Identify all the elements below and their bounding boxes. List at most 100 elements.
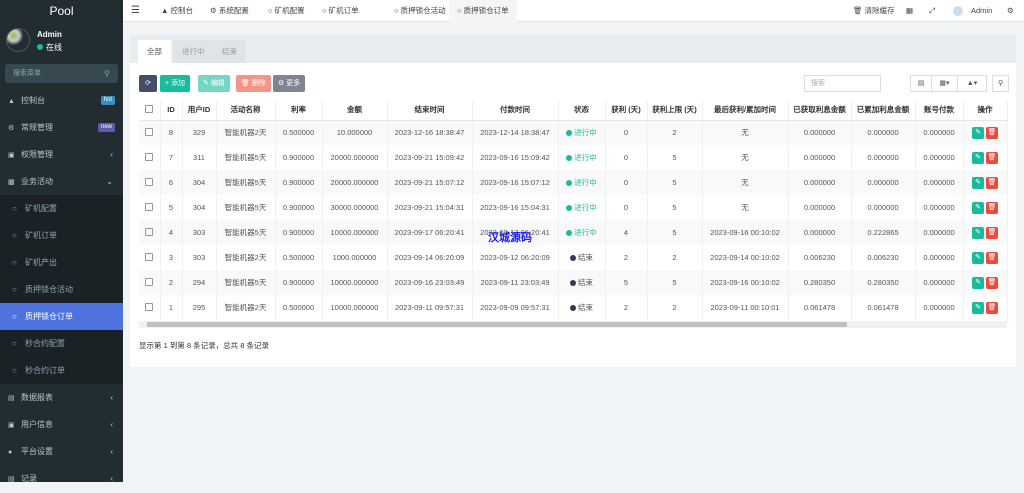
edit-button[interactable]: ✎ 编辑: [198, 75, 230, 92]
row-checkbox[interactable]: [139, 220, 161, 245]
search-toggle-icon[interactable]: ⚲: [992, 75, 1009, 92]
sidebar-item-3[interactable]: ▩ 业务活动 ⌄: [0, 168, 123, 195]
column-header[interactable]: 已累加利息金额: [851, 100, 916, 121]
clear-cache-button[interactable]: 🗑 清除缓存: [853, 0, 895, 22]
row-checkbox[interactable]: [139, 120, 161, 145]
more-button[interactable]: ⚙ 更多: [273, 75, 306, 92]
edit-row-icon[interactable]: ✎: [972, 151, 984, 164]
delete-row-icon[interactable]: 🗑: [986, 276, 998, 289]
submenu-item-0[interactable]: ○ 矿机配置: [0, 195, 123, 222]
sidebar-item-1[interactable]: ⚙ 常规管理 new: [0, 114, 123, 141]
delete-row-icon[interactable]: 🗑: [986, 176, 998, 189]
sidebar-bottom-item-2[interactable]: ● 平台设置 ‹: [0, 438, 123, 465]
status-dot-icon: [566, 155, 573, 161]
translate-icon[interactable]: ▦: [906, 0, 913, 22]
table-cell: 智能机器5天: [216, 270, 276, 295]
nav-tab-4[interactable]: ○ 质押锁仓活动: [386, 0, 454, 22]
edit-row-icon[interactable]: ✎: [972, 251, 984, 264]
menu-search-input[interactable]: 搜索菜单 ⚲: [5, 64, 118, 83]
sidebar-bottom-item-3[interactable]: ▤ 记录 ‹: [0, 465, 123, 492]
sidebar-bottom-item-1[interactable]: ▣ 用户信息 ‹: [0, 411, 123, 438]
tab-running[interactable]: 进行中: [173, 40, 214, 63]
delete-row-icon[interactable]: 🗑: [986, 226, 998, 239]
list-icon: ▩: [8, 179, 15, 186]
nav-tab-2[interactable]: ○ 矿机配置: [260, 0, 313, 22]
table-cell: 0.000000: [788, 145, 852, 170]
edit-row-icon[interactable]: ✎: [972, 126, 984, 139]
submenu-item-6[interactable]: ○ 秒合约订单: [0, 357, 123, 384]
tab-ended[interactable]: 结束: [213, 40, 246, 63]
sidebar-item-0[interactable]: ▲ 控制台 hot: [0, 87, 123, 114]
sidebar-bottom-item-0[interactable]: ▤ 数据报表 ‹: [0, 384, 123, 411]
fullscreen-icon[interactable]: ⤢: [929, 0, 935, 22]
delete-row-icon[interactable]: 🗑: [986, 151, 998, 164]
admin-avatar[interactable]: [953, 6, 963, 16]
column-header[interactable]: 金额: [322, 100, 388, 121]
table-cell: 10.000000: [322, 120, 388, 145]
row-checkbox[interactable]: [139, 245, 161, 270]
row-checkbox[interactable]: [139, 145, 161, 170]
row-actions: ✎ 🗑: [963, 120, 1008, 145]
edit-row-icon[interactable]: ✎: [972, 201, 984, 214]
table-cell: 0.000000: [915, 270, 964, 295]
table-search-input[interactable]: 搜索: [804, 75, 881, 92]
settings-icon[interactable]: ⚙: [1007, 0, 1014, 22]
column-header[interactable]: ID: [160, 100, 183, 121]
tab-all[interactable]: 全部: [138, 40, 171, 63]
submenu-item-5[interactable]: ○ 秒合约配置: [0, 330, 123, 357]
delete-row-icon[interactable]: 🗑: [986, 251, 998, 264]
horizontal-scrollbar[interactable]: [139, 321, 1007, 328]
scrollbar-thumb[interactable]: [147, 322, 847, 327]
column-header[interactable]: 付款时间: [472, 100, 559, 121]
columns-dropdown-icon[interactable]: ▦▾: [931, 75, 958, 92]
submenu-item-1[interactable]: ○ 矿机订单: [0, 222, 123, 249]
row-checkbox[interactable]: [139, 270, 161, 295]
admin-name[interactable]: Admin: [971, 0, 992, 22]
nav-tab-5[interactable]: ○ 质押锁仓订单: [449, 0, 517, 22]
toggle-view-icon[interactable]: ▤: [910, 75, 932, 92]
nav-tab-3[interactable]: ○ 矿机订单: [314, 0, 367, 22]
table-cell: 0.000000: [788, 120, 852, 145]
table-cell: 智能机器5天: [216, 145, 276, 170]
column-header[interactable]: 获利上限 (天): [647, 100, 703, 121]
table-cell: 0.000000: [788, 220, 852, 245]
edit-row-icon[interactable]: ✎: [972, 226, 984, 239]
delete-row-icon[interactable]: 🗑: [986, 201, 998, 214]
column-header[interactable]: 最后获利/累加时间: [702, 100, 789, 121]
status-badge: 结束: [558, 270, 606, 295]
submenu-item-2[interactable]: ○ 矿机产出: [0, 249, 123, 276]
logo[interactable]: Pool: [0, 0, 123, 22]
table-cell: 20000.000000: [322, 145, 388, 170]
column-header[interactable]: 活动名称: [216, 100, 276, 121]
edit-row-icon[interactable]: ✎: [972, 301, 984, 314]
status-dot-icon: [566, 230, 573, 236]
nav-tab-1[interactable]: ⚙ 系统配置: [202, 0, 257, 22]
add-button[interactable]: + 添加: [160, 75, 191, 92]
column-header[interactable]: 获利 (天): [605, 100, 648, 121]
table-cell: 2023-09-16 00:10:02: [702, 270, 789, 295]
submenu-item-4[interactable]: ○ 质押锁仓订单: [0, 303, 123, 330]
table-cell: 2023-09-21 15:07:12: [387, 170, 473, 195]
column-header[interactable]: 账号付款: [915, 100, 964, 121]
nav-tab-0[interactable]: ▲ 控制台: [153, 0, 201, 22]
export-dropdown-icon[interactable]: ▲▾: [957, 75, 987, 92]
delete-row-icon[interactable]: 🗑: [986, 301, 998, 314]
submenu-item-3[interactable]: ○ 质押锁仓活动: [0, 276, 123, 303]
column-header[interactable]: 结束时间: [387, 100, 473, 121]
column-header[interactable]: 利率: [275, 100, 323, 121]
refresh-button[interactable]: ⟳: [139, 75, 157, 92]
sidebar-item-2[interactable]: ▣ 权限管理 ‹: [0, 141, 123, 168]
select-all-checkbox[interactable]: [139, 100, 161, 121]
column-header[interactable]: 状态: [558, 100, 606, 121]
column-header[interactable]: 已获取利息金额: [788, 100, 852, 121]
row-checkbox[interactable]: [139, 295, 161, 320]
column-header[interactable]: 用户ID: [182, 100, 217, 121]
delete-row-icon[interactable]: 🗑: [986, 126, 998, 139]
edit-row-icon[interactable]: ✎: [972, 276, 984, 289]
edit-row-icon[interactable]: ✎: [972, 176, 984, 189]
table-cell: 2023-09-16 15:04:31: [472, 195, 559, 220]
row-checkbox[interactable]: [139, 195, 161, 220]
delete-button[interactable]: 🗑 删除: [236, 75, 271, 92]
menu-toggle-icon[interactable]: ☰: [131, 0, 140, 22]
row-checkbox[interactable]: [139, 170, 161, 195]
